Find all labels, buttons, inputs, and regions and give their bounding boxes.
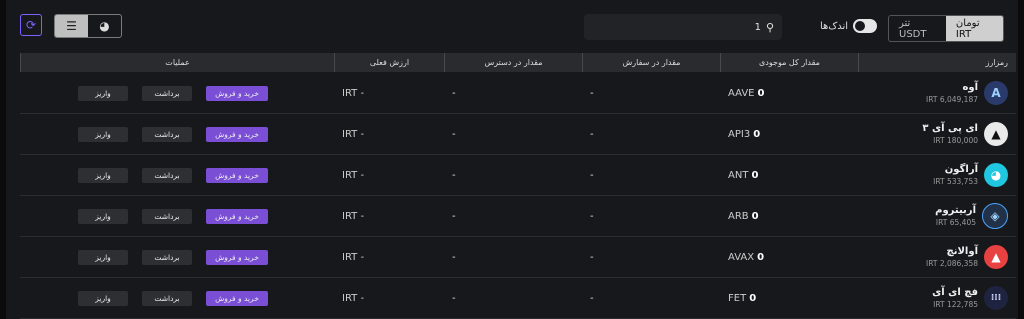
table-row: ⁞⁞⁞ فچ ای آی IRT 122,785 FET 0 - - IRT - و… xyxy=(20,278,1016,319)
list-icon: ☰ xyxy=(66,19,77,33)
in-order-value: - xyxy=(590,87,594,99)
refresh-icon: ⟳ xyxy=(25,18,37,32)
header-in-order: مقدار در سفارش xyxy=(582,53,720,72)
withdraw-button[interactable]: برداشت xyxy=(142,208,192,224)
available-value: - xyxy=(452,292,456,304)
chart-view-button[interactable]: ◕ xyxy=(88,15,121,37)
coin-symbol: FET xyxy=(728,292,747,304)
deposit-button[interactable]: واریز xyxy=(78,208,128,224)
currency-usdt[interactable]: تتر USDT xyxy=(889,16,946,41)
available-value: - xyxy=(452,169,456,181)
refresh-button[interactable]: ⟳ xyxy=(20,14,42,36)
withdraw-button[interactable]: برداشت xyxy=(142,290,192,306)
trade-button[interactable]: خرید و فروش xyxy=(206,249,268,265)
header-available: مقدار در دسترس xyxy=(444,53,582,72)
in-order-value: - xyxy=(590,292,594,304)
table-header: رمزارز مقدار کل موجودی مقدار در سفارش مق… xyxy=(20,53,1016,72)
deposit-button[interactable]: واریز xyxy=(78,126,128,142)
small-balances-switch[interactable] xyxy=(853,19,878,33)
in-order-value: - xyxy=(590,251,594,263)
avalanche-icon: ▲ xyxy=(984,245,1008,269)
table-row: ▲ ای پی آی ۳ IRT 180,000 API3 0 - - IRT - … xyxy=(20,114,1016,155)
coin-price: IRT 6,049,187 xyxy=(925,95,978,104)
search-input[interactable] xyxy=(598,20,763,34)
current-value: IRT - xyxy=(342,210,365,222)
coin-balance: 0 xyxy=(751,210,759,222)
coin-price: IRT 122,785 xyxy=(933,300,978,309)
toolbar: ⟳ ☰ ◕ ⚲ اندک‌ها تتر USDT تومان IRT xyxy=(20,10,1004,42)
currency-irt[interactable]: تومان IRT xyxy=(945,16,1003,41)
coin-name: آوالانچ xyxy=(946,246,978,257)
coin-name: آربیتروم xyxy=(935,205,976,216)
coin-symbol: AVAX xyxy=(728,251,755,263)
coin-price: IRT 65,405 xyxy=(935,218,976,227)
header-symbol: رمزارز xyxy=(858,53,1016,72)
arbitrum-icon: ◈ xyxy=(982,203,1008,229)
header-value: ارزش فعلی xyxy=(334,53,444,72)
coin-symbol: ARB xyxy=(728,210,749,222)
withdraw-button[interactable]: برداشت xyxy=(142,85,192,101)
aave-icon: A xyxy=(984,81,1008,105)
current-value: IRT - xyxy=(342,292,365,304)
list-view-button[interactable]: ☰ xyxy=(55,15,88,37)
small-balances-label: اندک‌ها xyxy=(820,20,849,32)
coin-price: IRT 533,753 xyxy=(933,177,978,186)
coin-balance: 0 xyxy=(757,251,765,263)
api3-icon: ▲ xyxy=(984,122,1008,146)
in-order-value: - xyxy=(590,128,594,140)
currency-switch: تتر USDT تومان IRT xyxy=(888,15,1004,42)
table-row: A آوه IRT 6,049,187 AAVE 0 - - IRT - واریز… xyxy=(20,73,1016,114)
header-total: مقدار کل موجودی xyxy=(720,53,858,72)
pie-chart-icon: ◕ xyxy=(99,19,110,33)
coin-symbol: AAVE xyxy=(728,87,755,99)
coin-balance: 0 xyxy=(751,169,759,181)
trade-button[interactable]: خرید و فروش xyxy=(206,85,268,101)
available-value: - xyxy=(452,251,456,263)
app-frame: ⟳ ☰ ◕ ⚲ اندک‌ها تتر USDT تومان IRT رمزار… xyxy=(0,0,1024,319)
coin-balance: 0 xyxy=(753,128,761,140)
in-order-value: - xyxy=(590,210,594,222)
header-ops: عملیات xyxy=(20,53,334,72)
current-value: IRT - xyxy=(342,87,365,99)
coin-price: IRT 2,086,358 xyxy=(925,259,978,268)
small-balances-toggle[interactable]: اندک‌ها xyxy=(820,19,878,33)
available-value: - xyxy=(452,87,456,99)
deposit-button[interactable]: واریز xyxy=(78,290,128,306)
search-icon: ⚲ xyxy=(765,20,774,34)
coin-symbol: API3 xyxy=(728,128,751,140)
trade-button[interactable]: خرید و فروش xyxy=(206,167,268,183)
withdraw-button[interactable]: برداشت xyxy=(142,167,192,183)
withdraw-button[interactable]: برداشت xyxy=(142,126,192,142)
aragon-icon: ◕ xyxy=(984,163,1008,187)
switch-knob xyxy=(855,21,866,31)
current-value: IRT - xyxy=(342,251,365,263)
deposit-button[interactable]: واریز xyxy=(78,85,128,101)
trade-button[interactable]: خرید و فروش xyxy=(206,290,268,306)
available-value: - xyxy=(452,128,456,140)
current-value: IRT - xyxy=(342,128,365,140)
coin-name: فچ ای آی xyxy=(932,287,978,298)
coin-balance: 0 xyxy=(749,292,757,304)
trade-button[interactable]: خرید و فروش xyxy=(206,126,268,142)
coin-name: آوه xyxy=(962,82,978,93)
deposit-button[interactable]: واریز xyxy=(78,249,128,265)
fetch-icon: ⁞⁞⁞ xyxy=(984,286,1008,310)
table-row: ◈ آربیتروم IRT 65,405 ARB 0 - - IRT - واری… xyxy=(20,196,1016,237)
coin-symbol: ANT xyxy=(728,169,749,181)
coin-price: IRT 180,000 xyxy=(933,136,978,145)
trade-button[interactable]: خرید و فروش xyxy=(206,208,268,224)
current-value: IRT - xyxy=(342,169,365,181)
coin-name: آراگون xyxy=(944,164,978,175)
deposit-button[interactable]: واریز xyxy=(78,167,128,183)
in-order-value: - xyxy=(590,169,594,181)
view-toggle[interactable]: ☰ ◕ xyxy=(54,14,122,38)
coin-balance: 0 xyxy=(757,87,765,99)
withdraw-button[interactable]: برداشت xyxy=(142,249,192,265)
coin-name: ای پی آی ۳ xyxy=(922,123,978,134)
table-body: A آوه IRT 6,049,187 AAVE 0 - - IRT - واریز… xyxy=(20,73,1016,319)
available-value: - xyxy=(452,210,456,222)
table-row: ◕ آراگون IRT 533,753 ANT 0 - - IRT - واریز… xyxy=(20,155,1016,196)
table-row: ▲ آوالانچ IRT 2,086,358 AVAX 0 - - IRT - و… xyxy=(20,237,1016,278)
search-box[interactable]: ⚲ xyxy=(584,14,782,40)
